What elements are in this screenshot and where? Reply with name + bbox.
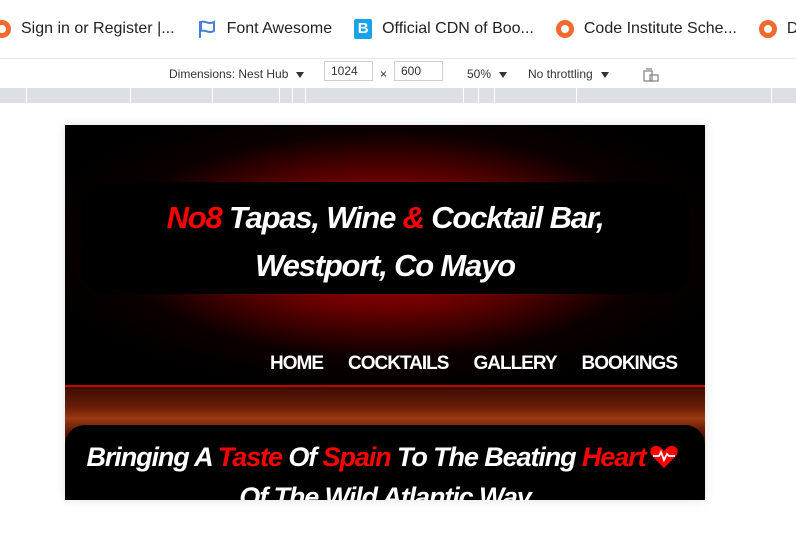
nav-bookings[interactable]: BOOKINGS bbox=[582, 353, 678, 383]
tagline-box: Bringing A Taste Of Spain To The Beating… bbox=[65, 425, 705, 500]
width-input[interactable]: 1024 bbox=[324, 61, 373, 81]
nav-home[interactable]: HOME bbox=[270, 353, 324, 383]
rotate-icon bbox=[643, 68, 659, 82]
tagline-taste: Taste bbox=[217, 442, 283, 472]
bookmark-label: Official CDN of Boo... bbox=[382, 20, 534, 37]
bookmark-label: Font Awesome bbox=[226, 20, 333, 37]
throttling-label: No throttling bbox=[528, 67, 593, 81]
bookmark-bootstrap-cdn[interactable]: B Official CDN of Boo... bbox=[354, 0, 534, 58]
device-viewport[interactable]: No8 Tapas, Wine & Cocktail Bar, Westport… bbox=[65, 125, 705, 500]
dimensions-dropdown[interactable]: Dimensions: Nest Hub bbox=[169, 59, 305, 89]
nav-cocktails[interactable]: COCKTAILS bbox=[348, 353, 449, 383]
bookmark-font-awesome[interactable]: Font Awesome bbox=[197, 0, 333, 58]
dimensions-label: Dimensions: Nest Hub bbox=[169, 67, 289, 81]
title-text-1: Tapas, Wine bbox=[221, 200, 403, 235]
main-nav: HOME COCKTAILS GALLERY BOOKINGS bbox=[270, 353, 678, 383]
tagline-heart: Heart bbox=[581, 442, 647, 472]
bookmarks-bar: Sign in or Register |... Font Awesome B … bbox=[0, 0, 796, 58]
tagline-part: Of bbox=[281, 442, 323, 472]
title-ampersand: & bbox=[402, 200, 425, 235]
chevron-down-icon bbox=[600, 71, 609, 78]
b-letter-icon: B bbox=[354, 19, 373, 39]
orange-ring-icon bbox=[758, 20, 777, 38]
height-input[interactable]: 600 bbox=[394, 61, 443, 81]
zoom-label: 50% bbox=[467, 67, 492, 81]
title-brand: No8 bbox=[166, 200, 223, 235]
bookmark-sign-in[interactable]: Sign in or Register |... bbox=[0, 0, 175, 58]
flag-icon bbox=[198, 20, 215, 38]
tagline-part: To The Beating bbox=[390, 442, 582, 472]
site-title: No8 Tapas, Wine & Cocktail Bar, Westport… bbox=[109, 194, 661, 290]
tagline-part: Bringing A bbox=[86, 442, 218, 472]
times-sign: × bbox=[380, 67, 388, 81]
heartbeat-icon bbox=[650, 445, 679, 468]
rotate-button[interactable] bbox=[642, 59, 660, 89]
bookmark-label: Sign in or Register |... bbox=[21, 20, 175, 37]
tagline-spain: Spain bbox=[322, 442, 392, 472]
tagline-part: Of The Wild Atlantic Way bbox=[239, 482, 531, 500]
bookmark-label: Code Institute Sche... bbox=[583, 20, 737, 37]
site-title-box: No8 Tapas, Wine & Cocktail Bar, Westport… bbox=[81, 182, 689, 294]
bookmark-dashboard[interactable]: Dashboa bbox=[758, 0, 796, 58]
nav-gallery[interactable]: GALLERY bbox=[473, 353, 557, 383]
bookmark-label: Dashboa bbox=[786, 20, 796, 37]
tagline: Bringing A Taste Of Spain To The Beating… bbox=[71, 437, 699, 500]
throttling-dropdown[interactable]: No throttling bbox=[528, 59, 609, 89]
orange-ring-icon bbox=[555, 20, 574, 38]
device-toolbar: Dimensions: Nest Hub 1024 × 600 50% No t… bbox=[0, 58, 796, 89]
orange-ring-icon bbox=[0, 20, 11, 38]
zoom-dropdown[interactable]: 50% bbox=[467, 59, 508, 89]
chevron-down-icon bbox=[296, 71, 305, 78]
chevron-down-icon bbox=[499, 71, 508, 78]
bookmark-code-institute[interactable]: Code Institute Sche... bbox=[555, 0, 737, 58]
media-query-bar[interactable] bbox=[0, 88, 796, 103]
